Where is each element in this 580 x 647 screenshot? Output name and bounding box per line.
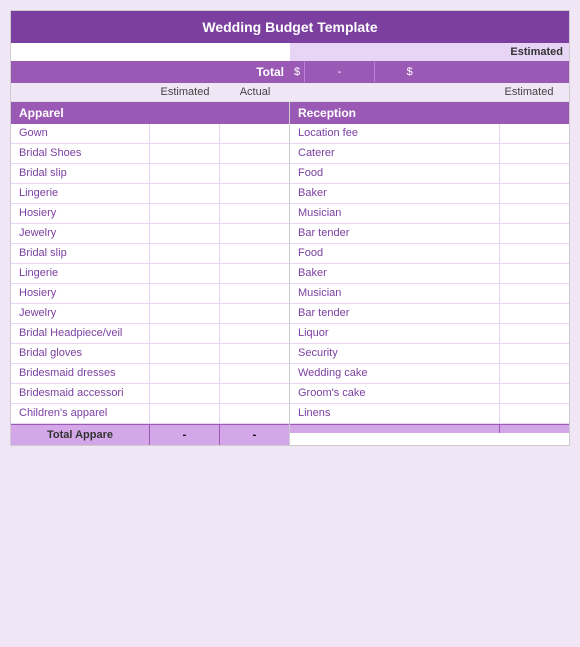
apparel-footer: Total Appare - - [11, 424, 289, 445]
total-apparel-est: - [149, 425, 219, 445]
list-item: Lingerie [11, 184, 289, 204]
list-item: Bar tender [290, 304, 569, 324]
list-item: Liquor [290, 324, 569, 344]
estimated-label-top: Estimated [290, 43, 569, 61]
list-item: Musician [290, 284, 569, 304]
list-item: Jewelry [11, 304, 289, 324]
col-header-estimated: Estimated [150, 83, 220, 101]
list-item: Groom's cake [290, 384, 569, 404]
col-header-actual: Actual [220, 83, 290, 101]
list-item: Bridal Shoes [11, 144, 289, 164]
col-header-row: Estimated Actual Estimated [11, 83, 569, 102]
list-item: Caterer [290, 144, 569, 164]
top-left-spacer [11, 43, 290, 61]
list-item: Hosiery [11, 204, 289, 224]
total-apparel-act: - [219, 425, 289, 445]
list-item: Children's apparel [11, 404, 289, 424]
main-content: Apparel Gown Bridal Shoes Bridal slip Li… [11, 102, 569, 445]
list-item: Location fee [290, 124, 569, 144]
list-item: Hosiery [11, 284, 289, 304]
top-area: Estimated [11, 43, 569, 61]
list-item: Bridal Headpiece/veil [11, 324, 289, 344]
reception-header: Reception [290, 102, 569, 124]
list-item: Jewelry [11, 224, 289, 244]
ch-left: Estimated Actual [11, 83, 290, 101]
list-item: Wedding cake [290, 364, 569, 384]
list-item: Security [290, 344, 569, 364]
list-item: Musician [290, 204, 569, 224]
ch-right: Estimated [290, 83, 569, 101]
reception-footer-cell [499, 425, 569, 433]
reception-footer [290, 424, 569, 433]
list-item: Linens [290, 404, 569, 424]
total-bar-label: Total [250, 61, 290, 83]
total-bar-dash: - [304, 62, 374, 82]
list-item: Food [290, 164, 569, 184]
reception-footer-label [290, 425, 499, 433]
list-item: Bridal slip [11, 164, 289, 184]
list-item: Bridesmaid dresses [11, 364, 289, 384]
total-bar: Total $ - $ [11, 61, 569, 83]
total-apparel-label: Total Appare [11, 425, 149, 445]
list-item: Food [290, 244, 569, 264]
col-header-estimated-right: Estimated [489, 83, 569, 101]
spreadsheet: Wedding Budget Template Estimated Total … [10, 10, 570, 446]
list-item: Lingerie [11, 264, 289, 284]
total-bar-right: $ - $ [290, 61, 569, 83]
apparel-header: Apparel [11, 102, 289, 124]
list-item: Bridal slip [11, 244, 289, 264]
total-bar-dollar2: $ [374, 62, 444, 82]
total-dollar: $ [290, 62, 304, 82]
list-item: Bridesmaid accessori [11, 384, 289, 404]
spreadsheet-title: Wedding Budget Template [11, 11, 569, 43]
list-item: Bar tender [290, 224, 569, 244]
list-item: Baker [290, 184, 569, 204]
list-item: Bridal gloves [11, 344, 289, 364]
list-item: Gown [11, 124, 289, 144]
left-column: Apparel Gown Bridal Shoes Bridal slip Li… [11, 102, 290, 445]
total-bar-left: Total [11, 61, 290, 83]
right-column: Reception Location fee Caterer Food Bake… [290, 102, 569, 445]
list-item: Baker [290, 264, 569, 284]
